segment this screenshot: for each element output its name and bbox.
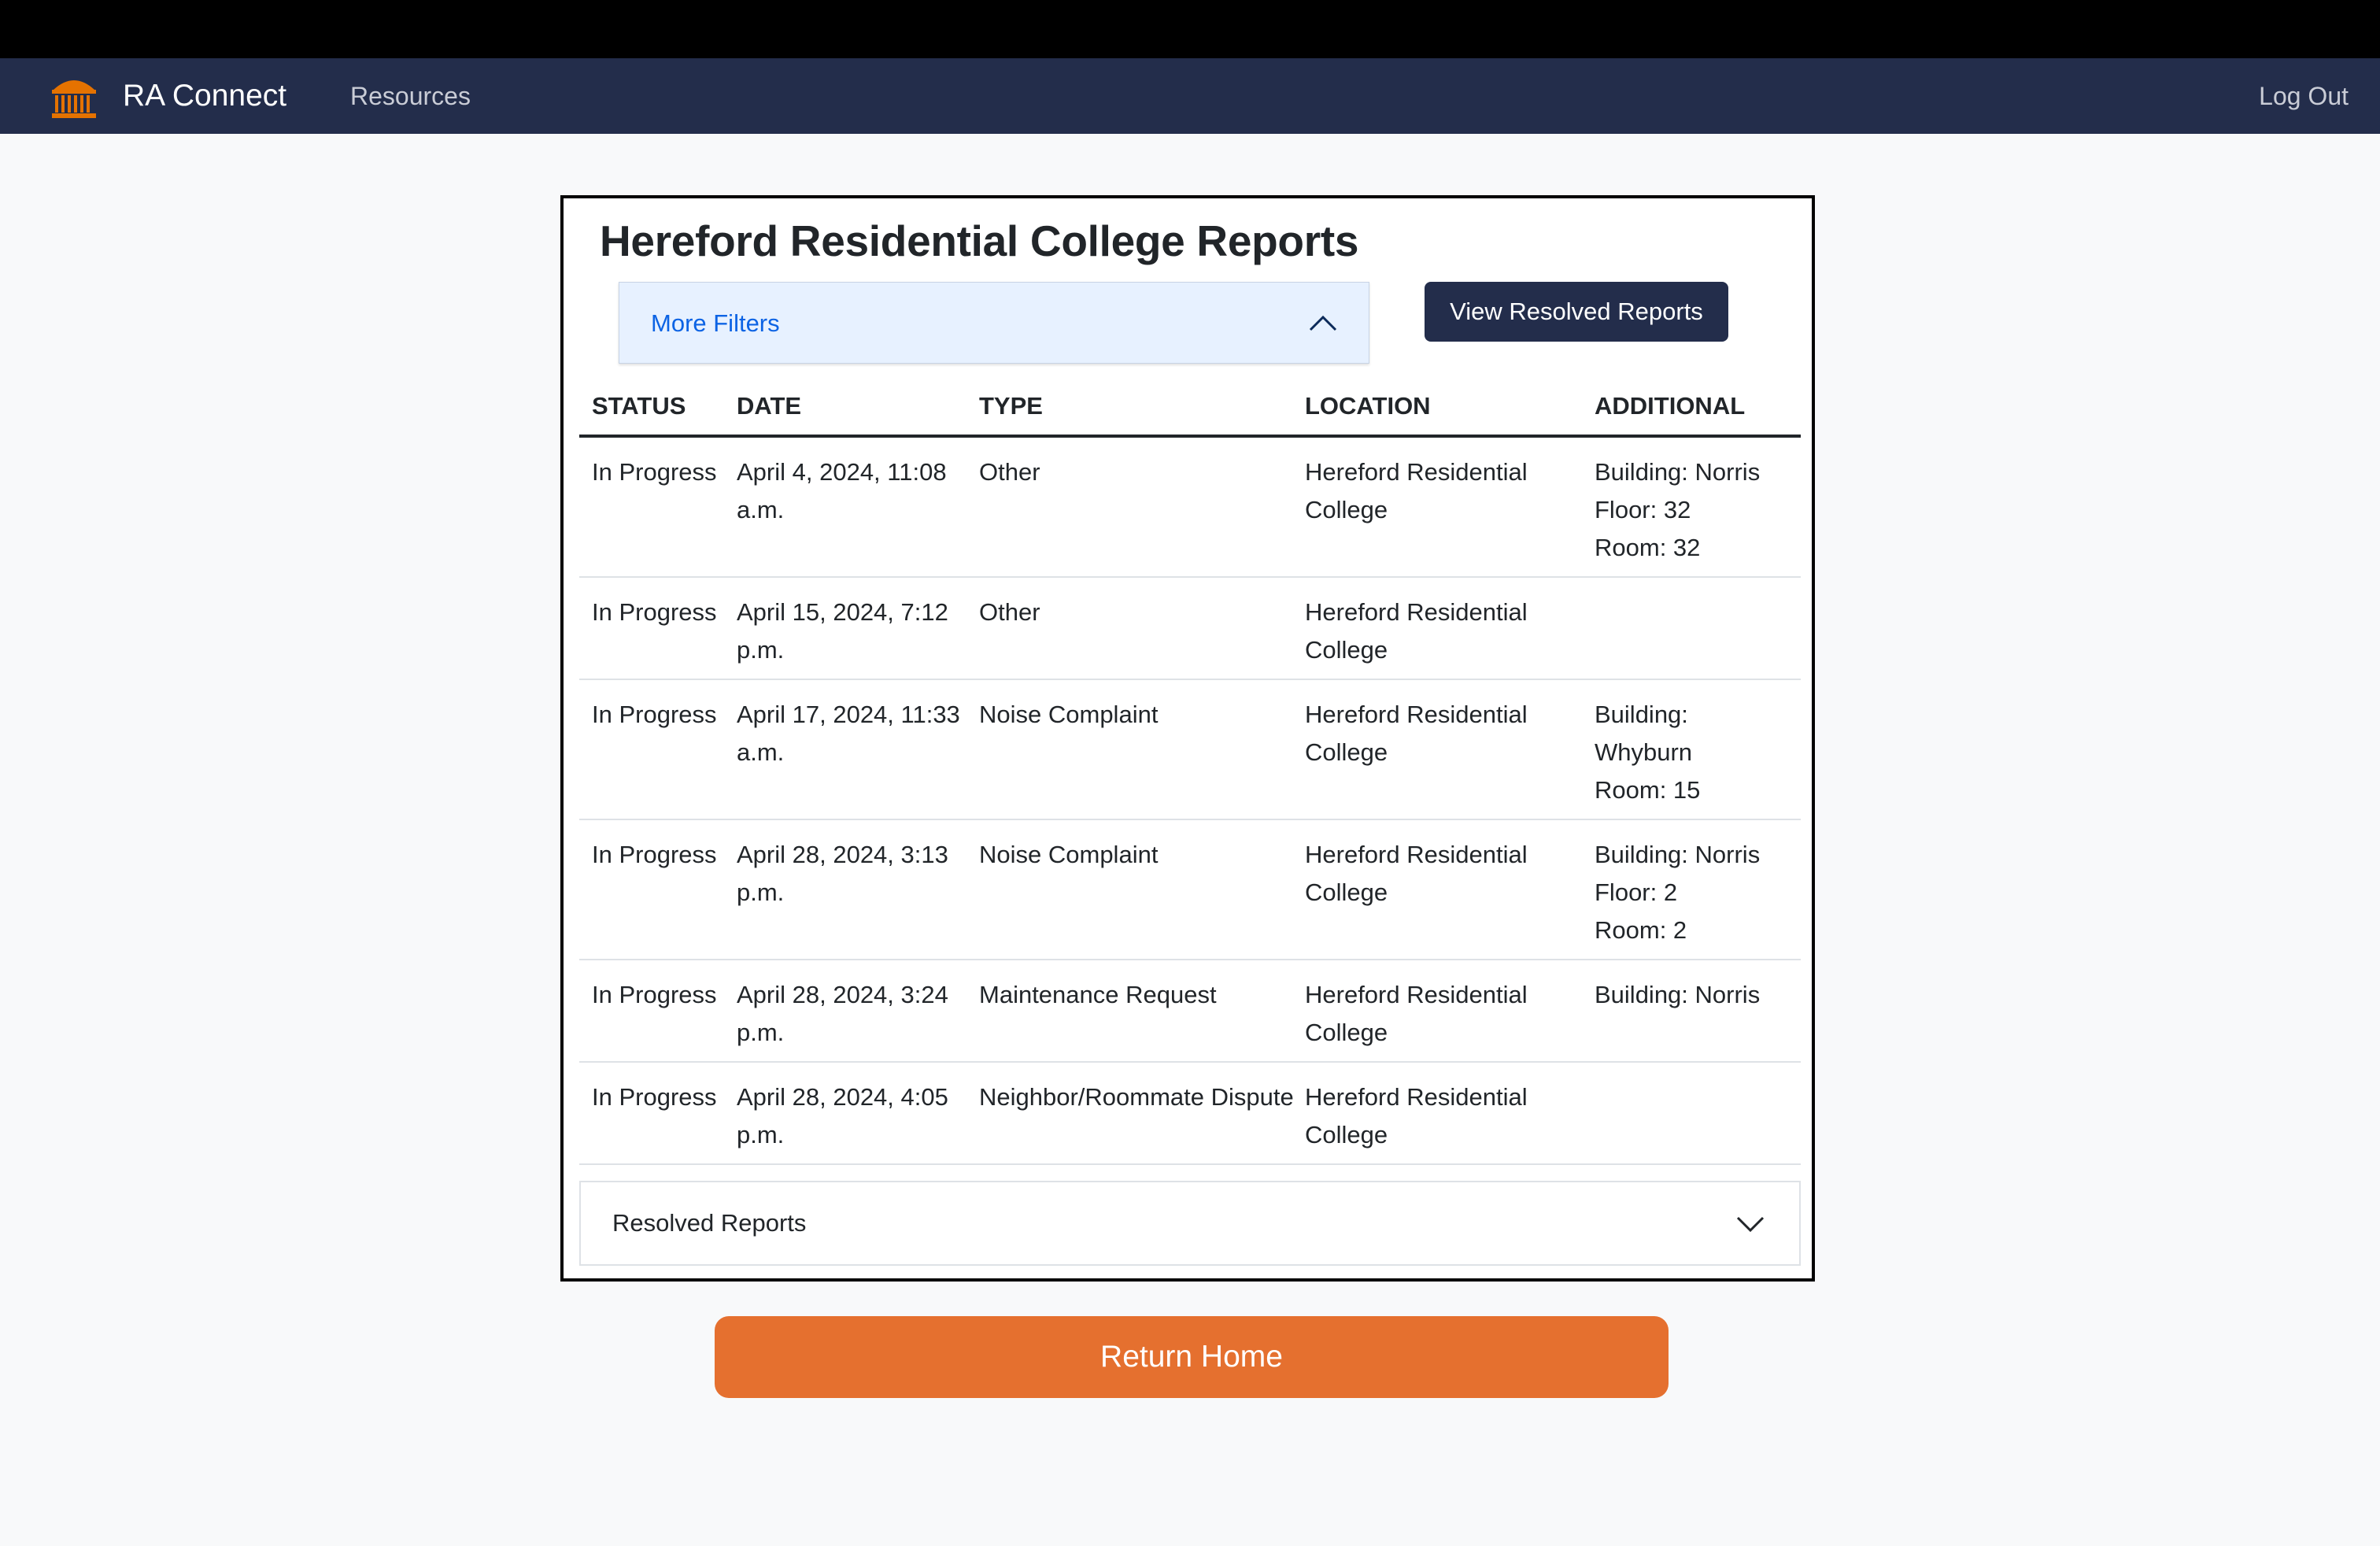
additional-cell: Building: Norris [1595, 976, 1799, 1014]
status-cell: In Progress [592, 458, 717, 486]
location-cell: Hereford Residential College [1305, 841, 1528, 906]
type-cell: Neighbor/Roommate Dispute [979, 1083, 1294, 1111]
top-navbar: RA Connect Resources Log Out [0, 58, 2380, 134]
date-cell: April 28, 2024, 3:13 p.m. [737, 841, 948, 906]
additional-line: Room: 32 [1595, 534, 1701, 561]
status-cell: In Progress [592, 841, 717, 868]
date-cell: April 17, 2024, 11:33 a.m. [737, 701, 960, 766]
table-row[interactable]: In Progress April 28, 2024, 3:24 p.m. Ma… [579, 960, 1801, 1063]
reports-card: Hereford Residential College Reports Mor… [560, 195, 1815, 1282]
more-filters-accordion[interactable]: More Filters [619, 282, 1369, 364]
additional-cell: Building: Norris Floor: 2 Room: 2 [1595, 836, 1799, 949]
status-cell: In Progress [592, 701, 717, 728]
return-home-button[interactable]: Return Home [715, 1316, 1669, 1398]
additional-line: Floor: 2 [1595, 878, 1678, 906]
additional-line: Building: Whyburn [1595, 701, 1693, 766]
system-menu-bar [0, 0, 2380, 58]
date-cell: April 4, 2024, 11:08 a.m. [737, 458, 947, 523]
more-filters-label: More Filters [651, 309, 780, 337]
additional-line: Room: 2 [1595, 916, 1687, 944]
chevron-up-icon [1309, 315, 1337, 331]
location-cell: Hereford Residential College [1305, 458, 1528, 523]
column-header-location[interactable]: LOCATION [1305, 378, 1431, 435]
type-cell: Other [979, 598, 1040, 626]
column-header-additional[interactable]: ADDITIONAL [1595, 378, 1745, 435]
chevron-down-icon [1736, 1216, 1765, 1233]
additional-line: Building: Norris [1595, 458, 1761, 486]
view-resolved-reports-button[interactable]: View Resolved Reports [1425, 282, 1728, 342]
additional-line: Building: Norris [1595, 841, 1761, 868]
resolved-reports-label: Resolved Reports [612, 1209, 807, 1237]
rotunda-logo-icon[interactable] [49, 72, 99, 120]
table-row[interactable]: In Progress April 28, 2024, 4:05 p.m. Ne… [579, 1063, 1801, 1165]
location-cell: Hereford Residential College [1305, 1083, 1528, 1148]
type-cell: Noise Complaint [979, 841, 1159, 868]
date-cell: April 15, 2024, 7:12 p.m. [737, 598, 948, 664]
additional-line: Building: Norris [1595, 981, 1761, 1008]
date-cell: April 28, 2024, 4:05 p.m. [737, 1083, 948, 1148]
table-row[interactable]: In Progress April 17, 2024, 11:33 a.m. N… [579, 680, 1801, 820]
additional-line: Floor: 32 [1595, 496, 1691, 523]
status-cell: In Progress [592, 598, 717, 626]
location-cell: Hereford Residential College [1305, 598, 1528, 664]
date-cell: April 28, 2024, 3:24 p.m. [737, 981, 948, 1046]
type-cell: Noise Complaint [979, 701, 1159, 728]
type-cell: Maintenance Request [979, 981, 1217, 1008]
nav-link-resources[interactable]: Resources [350, 58, 471, 134]
column-header-status[interactable]: STATUS [592, 378, 686, 435]
brand-name[interactable]: RA Connect [123, 58, 286, 134]
location-cell: Hereford Residential College [1305, 701, 1528, 766]
table-row[interactable]: In Progress April 15, 2024, 7:12 p.m. Ot… [579, 578, 1801, 680]
status-cell: In Progress [592, 1083, 717, 1111]
table-header: STATUS DATE TYPE LOCATION ADDITIONAL [579, 378, 1801, 438]
table-row[interactable]: In Progress April 4, 2024, 11:08 a.m. Ot… [579, 438, 1801, 578]
additional-line: Room: 15 [1595, 776, 1701, 804]
status-cell: In Progress [592, 981, 717, 1008]
table-row[interactable]: In Progress April 28, 2024, 3:13 p.m. No… [579, 820, 1801, 960]
column-header-date[interactable]: DATE [737, 378, 801, 435]
additional-cell: Building: Norris Floor: 32 Room: 32 [1595, 453, 1799, 567]
location-cell: Hereford Residential College [1305, 981, 1528, 1046]
page-title: Hereford Residential College Reports [600, 216, 1359, 265]
reports-table: STATUS DATE TYPE LOCATION ADDITIONAL In … [579, 378, 1801, 1165]
logout-link[interactable]: Log Out [2259, 58, 2349, 134]
resolved-reports-accordion[interactable]: Resolved Reports [579, 1181, 1801, 1266]
type-cell: Other [979, 458, 1040, 486]
additional-cell: Building: Whyburn Room: 15 [1595, 696, 1720, 809]
column-header-type[interactable]: TYPE [979, 378, 1043, 435]
